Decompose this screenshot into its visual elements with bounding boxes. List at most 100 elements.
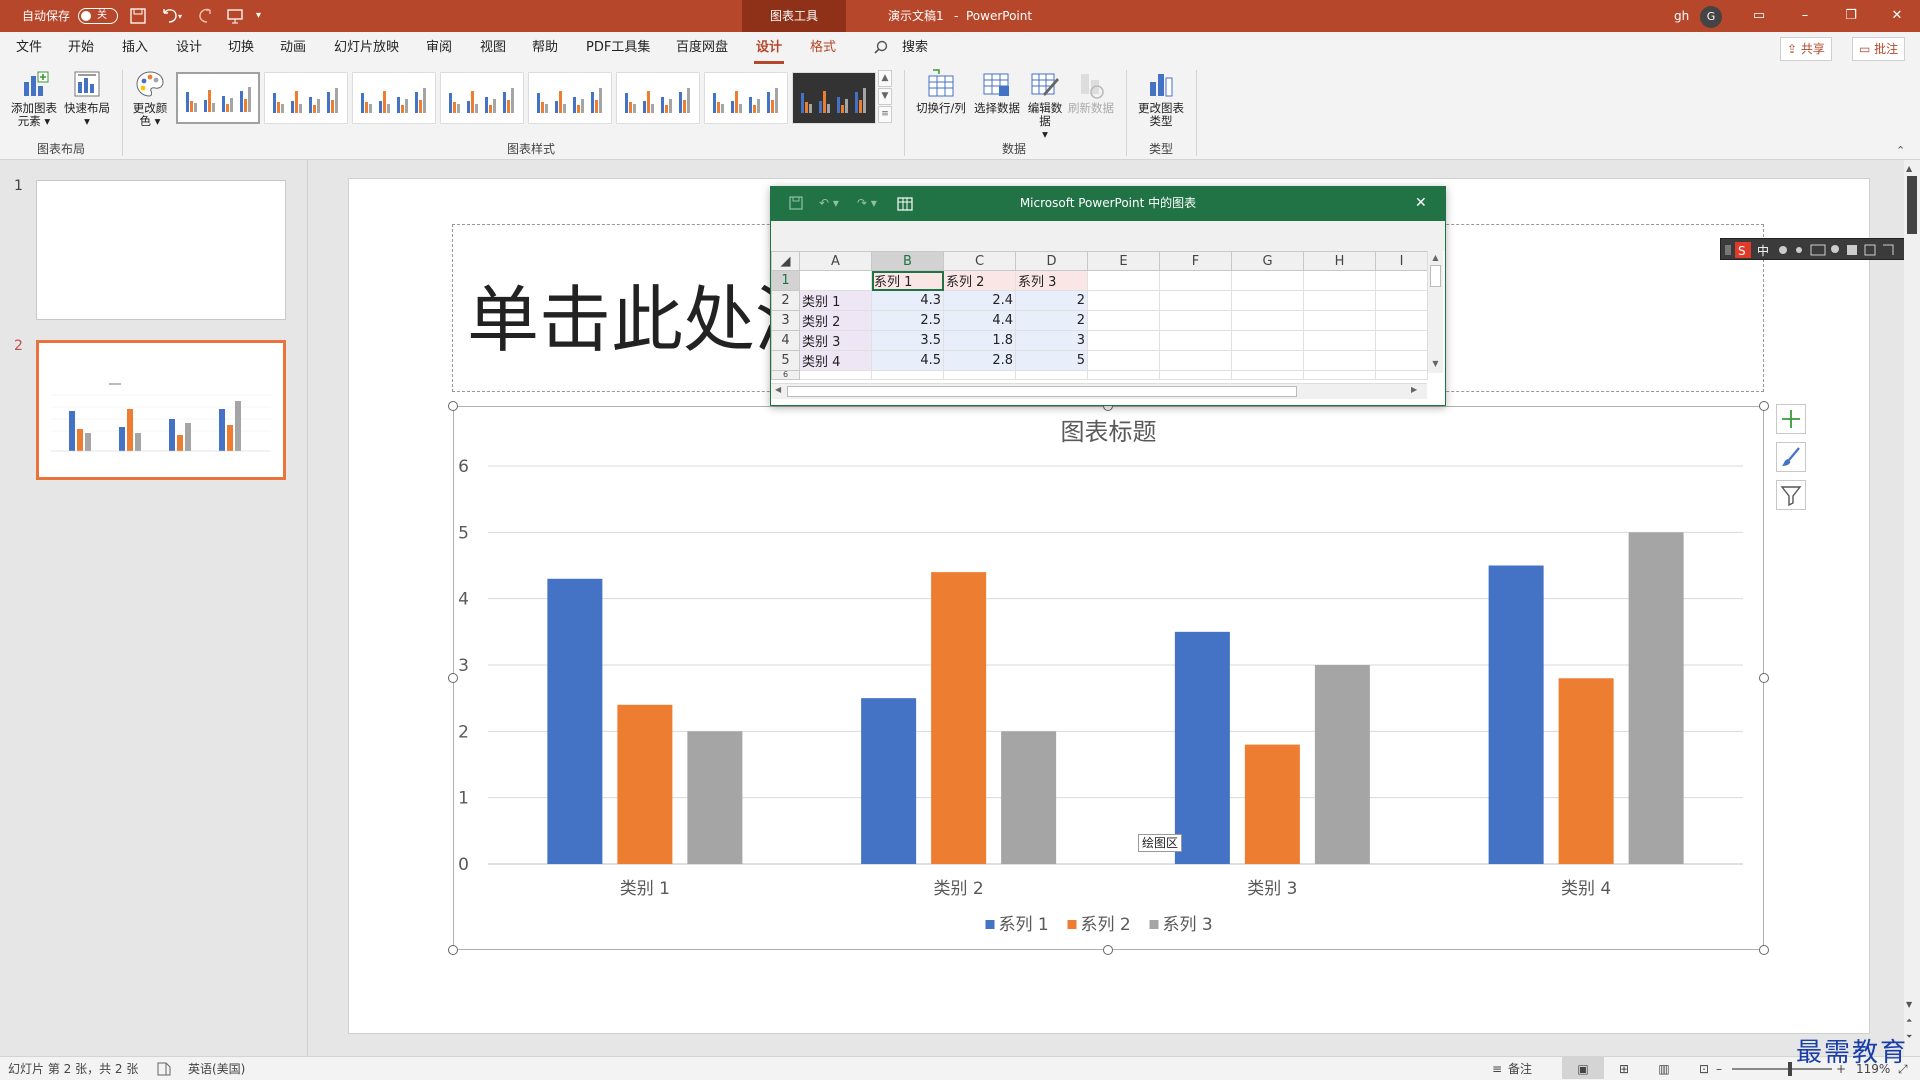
redo-icon[interactable]: ↷ ▾ bbox=[857, 196, 877, 210]
column-header[interactable]: D bbox=[1015, 251, 1088, 271]
table-cell[interactable] bbox=[1231, 350, 1304, 371]
column-header[interactable]: F bbox=[1159, 251, 1232, 271]
language-status[interactable]: 英语(美国) bbox=[188, 1057, 245, 1080]
table-cell[interactable] bbox=[1303, 330, 1376, 351]
change-chart-type-button[interactable]: 更改图表类型 bbox=[1134, 68, 1188, 128]
table-cell[interactable] bbox=[1159, 350, 1232, 371]
zoom-out-icon[interactable]: – bbox=[1716, 1057, 1722, 1080]
table-cell[interactable] bbox=[799, 270, 872, 291]
row-header[interactable]: 5 bbox=[771, 350, 800, 371]
data-window-horizontal-scrollbar[interactable]: ◀ ▶ bbox=[771, 383, 1427, 399]
undo-icon[interactable]: ▾ bbox=[160, 0, 184, 32]
table-cell[interactable]: 类别 2 bbox=[799, 310, 872, 331]
table-cell[interactable]: 系列 1 bbox=[871, 270, 944, 291]
scroll-down-icon[interactable]: ▼ bbox=[1430, 359, 1441, 369]
table-cell[interactable] bbox=[1303, 310, 1376, 331]
table-cell[interactable]: 3.5 bbox=[871, 330, 944, 351]
customize-qat-icon[interactable]: ▾ bbox=[256, 0, 261, 32]
save-icon[interactable] bbox=[789, 196, 803, 213]
quick-layout-button[interactable]: 快速布局 ▾ bbox=[62, 68, 112, 128]
table-cell[interactable] bbox=[1375, 350, 1428, 371]
switch-row-column-button[interactable]: 切换行/列 bbox=[912, 68, 970, 115]
chart-style-3[interactable] bbox=[352, 72, 436, 124]
previous-slide-icon[interactable]: ⏶ bbox=[1906, 1016, 1912, 1026]
table-cell[interactable] bbox=[1231, 370, 1304, 380]
table-cell[interactable] bbox=[1087, 290, 1160, 311]
table-cell[interactable]: 1.8 bbox=[943, 330, 1016, 351]
row-header[interactable]: 2 bbox=[771, 290, 800, 311]
gallery-scroll-down-icon[interactable]: ▼ bbox=[878, 88, 892, 105]
table-cell[interactable] bbox=[1375, 270, 1428, 291]
tab-insert[interactable]: 插入 bbox=[120, 32, 150, 64]
table-cell[interactable]: 类别 1 bbox=[799, 290, 872, 311]
table-cell[interactable] bbox=[1087, 330, 1160, 351]
table-cell[interactable] bbox=[1159, 270, 1232, 291]
scroll-thumb[interactable] bbox=[1430, 265, 1441, 287]
table-cell[interactable] bbox=[1231, 330, 1304, 351]
tab-transitions[interactable]: 切换 bbox=[226, 32, 256, 64]
ime-toolbar[interactable]: S 中 bbox=[1720, 238, 1920, 260]
search-box[interactable]: 搜索 bbox=[900, 32, 930, 64]
chart[interactable]: 图表标题 0 1 2 3 4 5 6 类别 1 类别 2 类别 3 类别 4 系列 1 系列 2 系列 3 bbox=[453, 406, 1764, 950]
present-icon[interactable] bbox=[226, 0, 244, 32]
undo-icon[interactable]: ↶ ▾ bbox=[819, 196, 839, 210]
row-header[interactable]: 6 bbox=[771, 370, 800, 380]
tab-design[interactable]: 设计 bbox=[174, 32, 204, 64]
column-header[interactable]: B bbox=[871, 251, 944, 271]
spellcheck-icon[interactable] bbox=[156, 1057, 172, 1080]
table-cell[interactable] bbox=[1375, 330, 1428, 351]
scroll-left-icon[interactable]: ◀ bbox=[775, 385, 781, 394]
save-icon[interactable] bbox=[130, 0, 146, 32]
table-cell[interactable] bbox=[943, 370, 1016, 380]
chart-style-6[interactable] bbox=[616, 72, 700, 124]
table-cell[interactable] bbox=[1015, 370, 1088, 380]
refresh-data-button[interactable]: 刷新数据 bbox=[1066, 68, 1116, 115]
reading-view-icon[interactable]: ▥ bbox=[1644, 1057, 1684, 1080]
slide-thumb-1[interactable] bbox=[36, 180, 286, 320]
avatar[interactable]: G bbox=[1700, 6, 1722, 28]
table-cell[interactable]: 系列 3 bbox=[1015, 270, 1088, 291]
table-cell[interactable] bbox=[1159, 370, 1232, 380]
scroll-thumb[interactable] bbox=[787, 386, 1297, 397]
table-cell[interactable]: 5 bbox=[1015, 350, 1088, 371]
table-cell[interactable] bbox=[1087, 270, 1160, 291]
table-cell[interactable] bbox=[1159, 290, 1232, 311]
column-header[interactable]: E bbox=[1087, 251, 1160, 271]
chart-style-2[interactable] bbox=[264, 72, 348, 124]
tab-home[interactable]: 开始 bbox=[66, 32, 96, 64]
table-cell[interactable] bbox=[1231, 270, 1304, 291]
table-cell[interactable]: 2.5 bbox=[871, 310, 944, 331]
table-cell[interactable]: 类别 4 bbox=[799, 350, 872, 371]
scroll-right-icon[interactable]: ▶ bbox=[1411, 385, 1417, 394]
table-cell[interactable] bbox=[1303, 350, 1376, 371]
table-cell[interactable] bbox=[1231, 310, 1304, 331]
minimize-icon[interactable]: – bbox=[1782, 0, 1828, 32]
table-cell[interactable]: 2.8 bbox=[943, 350, 1016, 371]
add-chart-element-button[interactable]: 添加图表元素 ▾ bbox=[6, 68, 62, 128]
chart-style-1[interactable] bbox=[176, 72, 260, 124]
table-cell[interactable]: 系列 2 bbox=[943, 270, 1016, 291]
table-cell[interactable]: 4.5 bbox=[871, 350, 944, 371]
row-header[interactable]: 1 bbox=[771, 270, 800, 291]
gallery-more-icon[interactable]: ≡ bbox=[878, 106, 892, 123]
table-cell[interactable] bbox=[1375, 290, 1428, 311]
slide-thumb-2[interactable] bbox=[36, 340, 286, 480]
edit-data-button[interactable]: 编辑数据 ▾ bbox=[1024, 68, 1066, 141]
tab-baidu-netdisk[interactable]: 百度网盘 bbox=[674, 32, 730, 64]
share-button[interactable]: ⇪ 共享 bbox=[1780, 37, 1832, 61]
chart-elements-button[interactable] bbox=[1776, 404, 1806, 434]
table-cell[interactable] bbox=[1375, 370, 1428, 380]
column-header[interactable]: C bbox=[943, 251, 1016, 271]
table-cell[interactable] bbox=[871, 370, 944, 380]
chart-filters-button[interactable] bbox=[1776, 480, 1806, 510]
close-icon[interactable]: ✕ bbox=[1874, 0, 1920, 32]
table-cell[interactable]: 2.4 bbox=[943, 290, 1016, 311]
table-cell[interactable]: 类别 3 bbox=[799, 330, 872, 351]
table-cell[interactable] bbox=[1159, 330, 1232, 351]
tab-help[interactable]: 帮助 bbox=[530, 32, 560, 64]
column-header[interactable]: G bbox=[1231, 251, 1304, 271]
change-colors-button[interactable]: 更改颜色 ▾ bbox=[130, 68, 170, 128]
tab-pdf-tools[interactable]: PDF工具集 bbox=[584, 32, 652, 64]
scroll-up-icon[interactable]: ▲ bbox=[1906, 164, 1912, 173]
zoom-slider-thumb[interactable] bbox=[1788, 1062, 1792, 1076]
